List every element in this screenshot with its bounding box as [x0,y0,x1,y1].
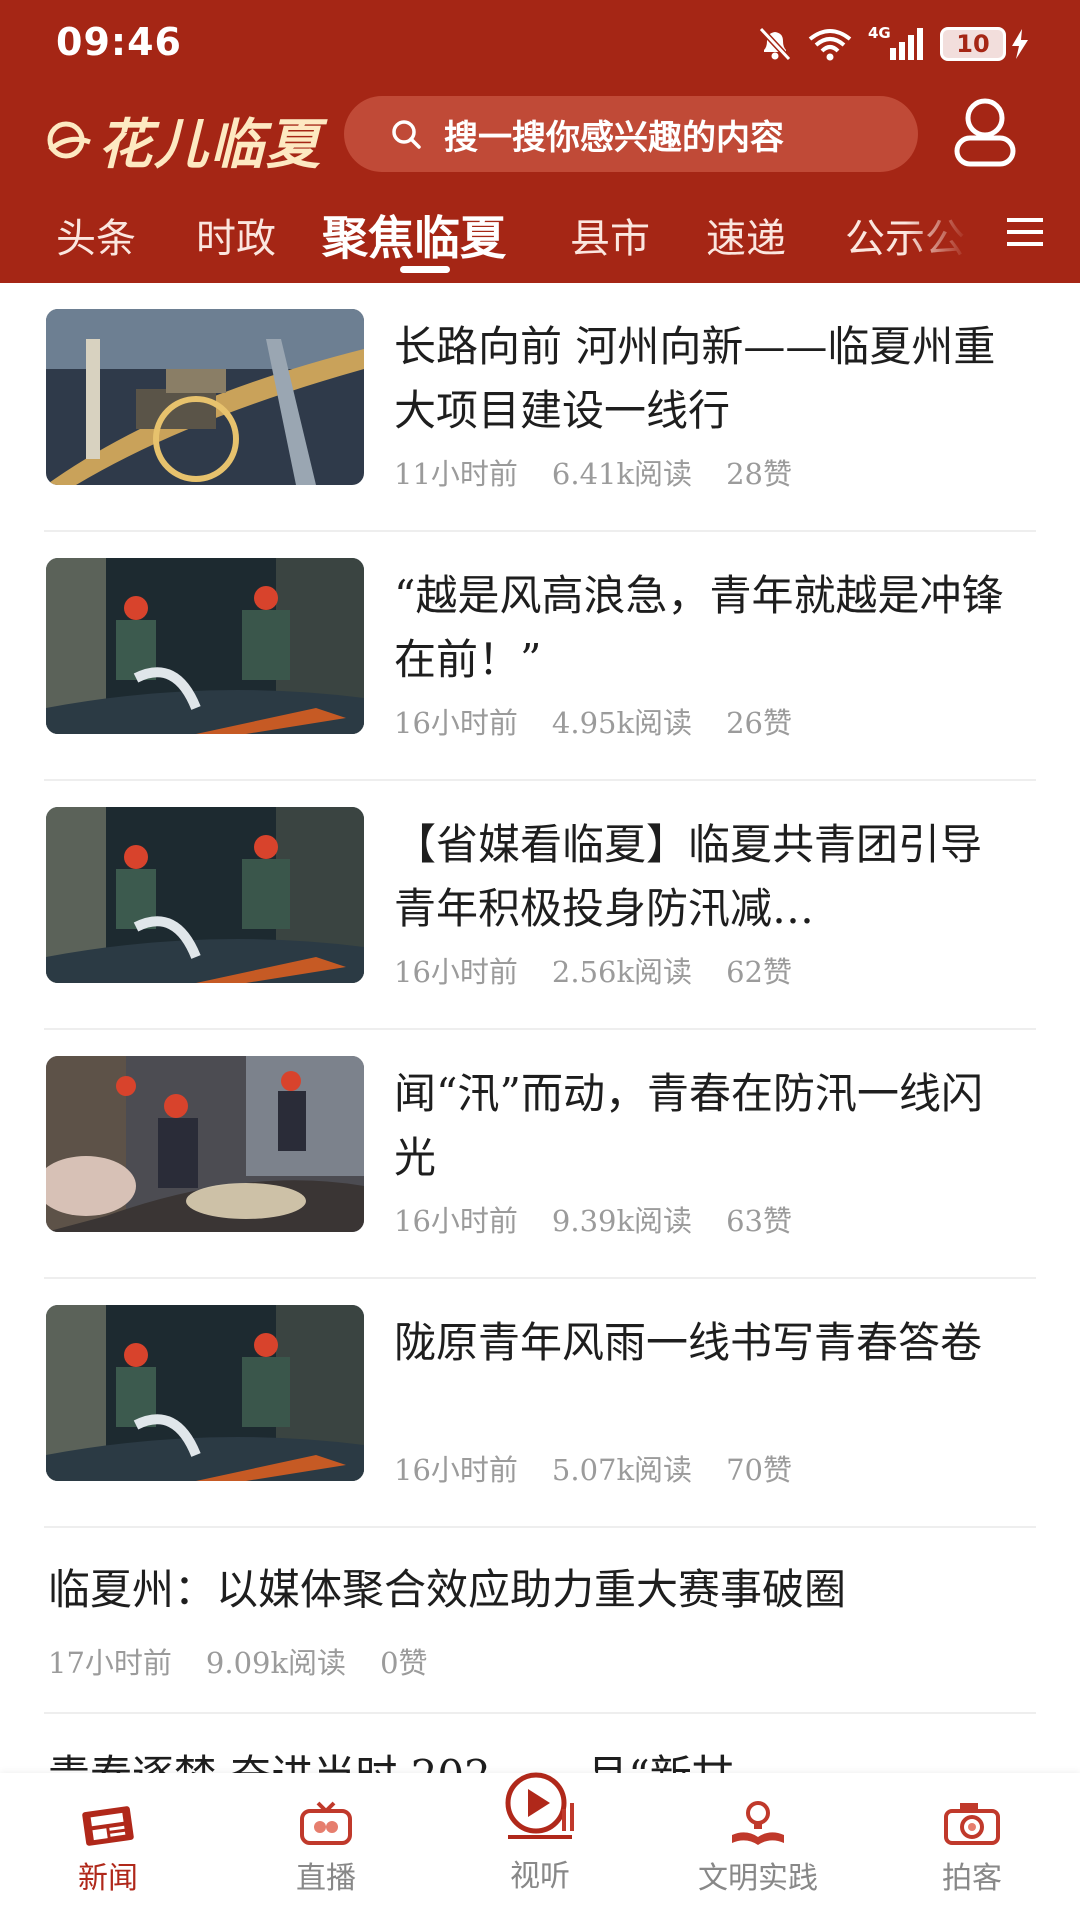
news-thumbnail [46,1305,364,1481]
news-meta: 16小时前 5.07k阅读 70赞 [394,1447,826,1489]
news-item[interactable]: 闻“汛”而动，青春在防汛一线闪光 16小时前 9.39k阅读 63赞 [44,1030,1036,1279]
news-title: 闻“汛”而动，青春在防汛一线闪光 [394,1069,983,1182]
newspaper-icon [82,1806,134,1846]
news-reads: 5.07k阅读 [551,1453,693,1487]
news-title: “越是风高浪急，青年就越是冲锋在前！” [394,571,1004,684]
news-meta: 16小时前 9.39k阅读 63赞 [394,1198,826,1240]
nav-label: 视听 [510,1859,570,1894]
nav-label: 文明实践 [698,1861,818,1896]
status-bar: 09:46 4G 10 [0,0,1080,88]
news-item[interactable]: 陇原青年风雨一线书写青春答卷 16小时前 5.07k阅读 70赞 [44,1279,1036,1528]
news-likes: 28赞 [726,457,792,491]
tab-menu-button[interactable] [1005,214,1045,254]
menu-icon [1007,218,1043,246]
mute-bell-icon [758,26,792,62]
news-item[interactable]: 长路向前 河州向新——临夏州重大项目建设一线行 11小时前 6.41k阅读 28赞 [44,283,1036,532]
news-thumbnail [46,558,364,734]
news-time: 17小时前 [48,1646,172,1680]
tab-jujiao-linxia[interactable]: 聚焦临夏 [322,202,506,268]
logo-mark-icon [47,121,91,158]
logo-text: 花儿临夏 [98,112,322,176]
news-title: 陇原青年风雨一线书写青春答卷 [394,1318,983,1367]
nav-label: 直播 [296,1861,356,1896]
news-time: 16小时前 [394,706,518,740]
category-tabs: 头条 时政 聚焦临夏 县市 速递 公示公 [0,196,1080,283]
app-logo[interactable]: 花儿临夏 [46,100,322,179]
tv-icon [300,1801,352,1845]
news-likes: 62赞 [726,955,792,989]
battery-level: 10 [940,27,1006,61]
search-bar[interactable]: 搜一搜你感兴趣的内容 [344,96,918,172]
user-profile-button[interactable] [950,96,1020,172]
user-icon [954,98,1016,167]
news-time: 16小时前 [394,955,518,989]
news-item[interactable]: “越是风高浪急，青年就越是冲锋在前！” 16小时前 4.95k阅读 26赞 [44,532,1036,781]
news-thumbnail [46,807,364,983]
news-item[interactable]: 【省媒看临夏】临夏共青团引导青年积极投身防汛减… 16小时前 2.56k阅读 62赞 [44,781,1036,1030]
active-tab-indicator [400,266,450,273]
lightbulb-book-icon [732,1801,784,1845]
news-time: 16小时前 [394,1453,518,1487]
news-time: 11小时前 [394,457,518,491]
nav-news[interactable]: 新闻 [18,1799,198,1897]
news-reads: 9.39k阅读 [551,1204,693,1238]
news-likes: 0赞 [380,1646,428,1680]
news-thumbnail [46,309,364,485]
battery-indicator: 10 [940,27,1030,61]
nav-live[interactable]: 直播 [236,1799,416,1897]
nav-label: 新闻 [78,1861,138,1896]
news-thumbnail [46,1056,364,1232]
news-likes: 70赞 [726,1453,792,1487]
news-meta: 11小时前 6.41k阅读 28赞 [394,451,826,493]
tab-fade-overlay [905,196,995,276]
nav-label: 拍客 [942,1861,1002,1896]
news-meta: 16小时前 4.95k阅读 26赞 [394,700,826,742]
status-icons: 4G 10 [758,24,1030,64]
cellular-signal-icon: 4G [868,24,924,62]
news-title: 临夏州：以媒体聚合效应助力重大赛事破圈 [48,1565,847,1614]
nav-photographer[interactable]: 拍客 [882,1799,1062,1897]
tab-toutiao[interactable]: 头条 [56,206,136,264]
news-list: 长路向前 河州向新——临夏州重大项目建设一线行 11小时前 6.41k阅读 28赞 … [0,283,1080,1773]
news-title: 【省媒看临夏】临夏共青团引导青年积极投身防汛减… [394,820,983,933]
news-item[interactable]: 临夏州：以媒体聚合效应助力重大赛事破圈 17小时前 9.09k阅读 0赞 [44,1528,1036,1714]
search-placeholder: 搜一搜你感兴趣的内容 [444,117,784,158]
play-icon [505,1772,574,1839]
news-reads: 6.41k阅读 [551,457,693,491]
camera-icon [944,1803,1000,1845]
tab-xianshi[interactable]: 县市 [570,206,650,264]
nav-civilization[interactable]: 文明实践 [668,1799,848,1897]
wifi-icon [808,29,852,61]
news-meta: 16小时前 2.56k阅读 62赞 [394,949,826,991]
news-reads: 2.56k阅读 [551,955,693,989]
app-header: 09:46 4G 10 花儿临夏 搜一搜你感兴趣的内容 头条 时政 聚焦临夏 县… [0,0,1080,283]
nav-media[interactable]: 视听 [450,1769,630,1895]
news-time: 16小时前 [394,1204,518,1238]
status-time: 09:46 [56,20,182,64]
bottom-navigation: 新闻 直播 视听 文明实践 拍客 [0,1772,1080,1920]
news-likes: 63赞 [726,1204,792,1238]
news-reads: 4.95k阅读 [551,706,693,740]
news-meta: 17小时前 9.09k阅读 0赞 [48,1640,462,1682]
news-reads: 9.09k阅读 [205,1646,347,1680]
news-likes: 26赞 [726,706,792,740]
tab-shizheng[interactable]: 时政 [196,206,276,264]
tab-sudi[interactable]: 速递 [706,206,786,264]
search-icon [392,120,421,149]
news-title: 长路向前 河州向新——临夏州重大项目建设一线行 [394,322,996,435]
charging-bolt-icon [1012,29,1028,59]
